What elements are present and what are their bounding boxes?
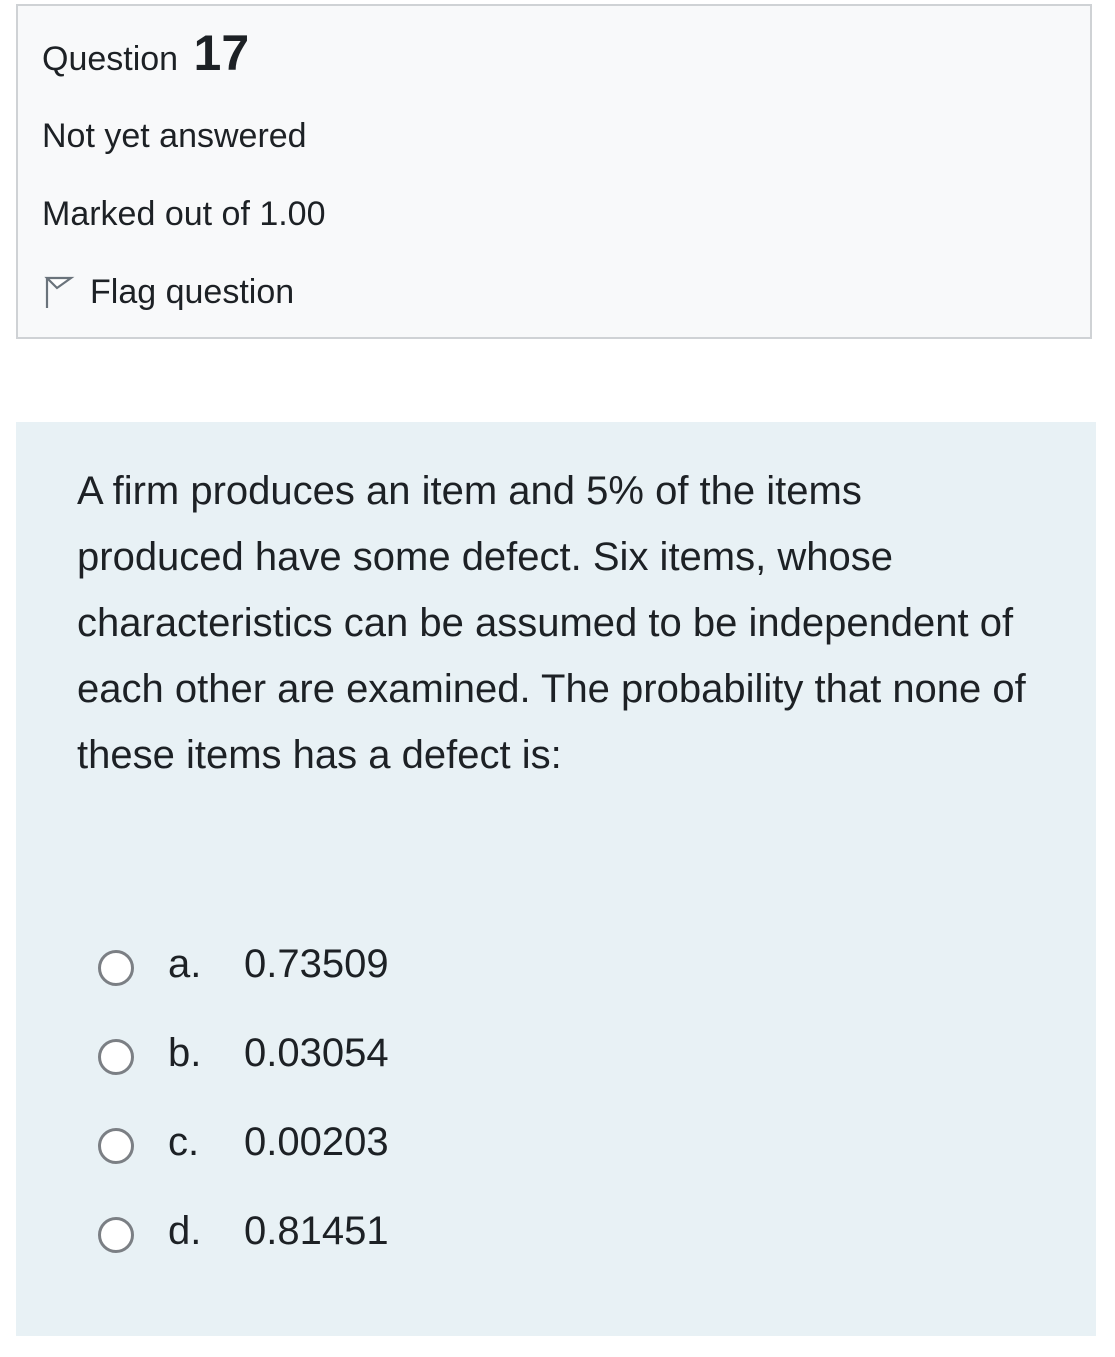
question-number: 17	[193, 25, 250, 81]
answer-option-value[interactable]: 0.03054	[244, 1027, 389, 1079]
answer-option-c[interactable]: c. 0.00203	[98, 1112, 389, 1201]
question-text: A firm produces an item and 5% of the it…	[77, 469, 1026, 777]
answer-option-value[interactable]: 0.00203	[244, 1116, 389, 1168]
answer-option-letter: b.	[168, 1031, 202, 1075]
answer-option-value[interactable]: 0.81451	[244, 1205, 389, 1257]
answer-option-letter: a.	[168, 942, 202, 986]
flag-question-link[interactable]: Flag question	[42, 272, 294, 312]
question-grade: Marked out of 1.00	[42, 195, 326, 233]
question-state: Not yet answered	[42, 117, 307, 155]
answer-option-letter: d.	[168, 1209, 202, 1253]
answer-option-b[interactable]: b. 0.03054	[98, 1023, 389, 1112]
question-formulation: A firm produces an item and 5% of the it…	[16, 422, 1096, 1336]
flag-question-label: Flag question	[90, 273, 295, 311]
answer-option-value[interactable]: 0.73509	[244, 938, 389, 990]
answer-option-a[interactable]: a. 0.73509	[98, 934, 389, 1023]
question-info-panel: Question 17 Not yet answered Marked out …	[16, 4, 1092, 339]
answer-option-d[interactable]: d. 0.81451	[98, 1201, 389, 1290]
radio-unchecked-icon[interactable]	[98, 950, 134, 986]
radio-unchecked-icon[interactable]	[98, 1128, 134, 1164]
answer-options: a. 0.73509 b. 0.03054 c. 0.00203 d. 0.81…	[98, 934, 389, 1290]
flag-icon	[42, 274, 76, 310]
answer-option-letter: c.	[168, 1120, 200, 1164]
question-label: Question	[42, 40, 179, 78]
radio-unchecked-icon[interactable]	[98, 1217, 134, 1253]
question-number-heading: Question 17	[42, 28, 249, 78]
radio-unchecked-icon[interactable]	[98, 1039, 134, 1075]
